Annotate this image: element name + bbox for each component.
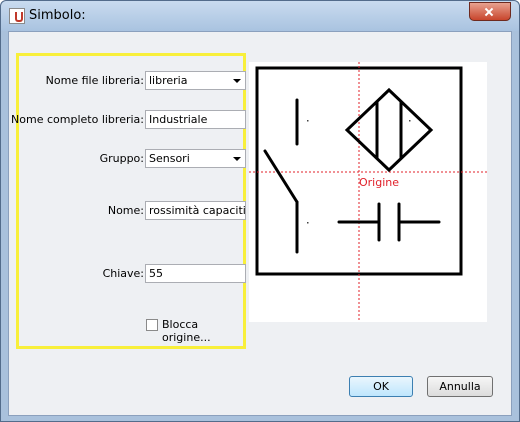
library-full-label: Nome completo libreria: (11, 113, 144, 126)
title-bar[interactable]: Simbolo: (1, 1, 519, 31)
dialog-content: Nome file libreria: libreria Nome comple… (8, 31, 512, 416)
chevron-down-icon (233, 79, 241, 83)
symbol-preview[interactable]: Origine (249, 62, 487, 325)
dialog-window: Simbolo: Nome file libreria: libreria No… (0, 0, 520, 422)
lock-origin-label: Blocca origine... (162, 318, 211, 344)
window-title: Simbolo: (29, 8, 86, 23)
symbol-preview-canvas: Origine (249, 62, 487, 325)
close-button[interactable] (469, 2, 511, 21)
key-field[interactable]: 55 (145, 264, 246, 283)
name-field[interactable]: rossimità capacitivo (145, 201, 246, 220)
origin-crosshair (249, 62, 487, 322)
lock-origin-checkbox[interactable] (146, 319, 158, 331)
library-file-combo[interactable]: libreria (145, 71, 246, 90)
java-app-icon (9, 8, 25, 24)
group-value: Sensori (149, 152, 190, 165)
group-label: Gruppo: (99, 152, 144, 165)
ok-button[interactable]: OK (349, 376, 413, 397)
library-file-value: libreria (149, 74, 188, 87)
name-label: Nome: (107, 204, 144, 217)
chevron-down-icon (233, 157, 241, 161)
library-file-label: Nome file libreria: (45, 74, 144, 87)
switch-contact-symbol (263, 98, 299, 254)
group-combo[interactable]: Sensori (145, 149, 246, 168)
origin-label: Origine (359, 176, 399, 189)
key-label: Chiave: (102, 267, 144, 280)
capacitive-sensor-symbol (344, 87, 434, 173)
library-full-field[interactable]: Industriale (145, 110, 246, 129)
cancel-button[interactable]: Annulla (427, 376, 493, 397)
capacitor-symbol (337, 202, 441, 242)
symbol-form-panel: Nome file libreria: libreria Nome comple… (11, 53, 246, 349)
